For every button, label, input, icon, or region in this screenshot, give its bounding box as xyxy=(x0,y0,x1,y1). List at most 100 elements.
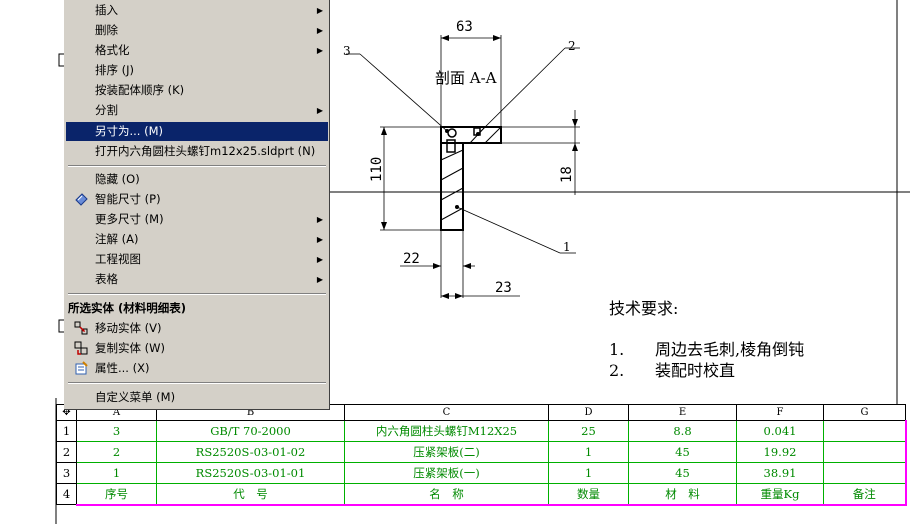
bom-cell[interactable]: RS2520S-03-01-01 xyxy=(156,462,345,484)
submenu-arrow-icon: ▶ xyxy=(316,26,323,35)
menu-item-customize-menu[interactable]: 自定义菜单 (M) xyxy=(66,388,328,407)
properties-icon xyxy=(75,361,88,375)
bom-cell[interactable]: 25 xyxy=(548,420,629,442)
menu-item-hide[interactable]: 隐藏 (O) xyxy=(66,170,328,189)
tech-item-2-number: 2. xyxy=(609,361,624,380)
bom-cell[interactable]: 名 称 xyxy=(344,483,549,506)
menu-separator xyxy=(68,382,326,384)
menu-item-label: 格式化 xyxy=(95,43,130,57)
menu-item-sort[interactable]: 排序 (J) xyxy=(66,61,328,80)
bom-cell[interactable]: 1 xyxy=(548,441,629,463)
bom-cell[interactable]: 压紧架板(二) xyxy=(344,441,549,463)
submenu-arrow-icon: ▶ xyxy=(316,255,323,264)
menu-item-label: 智能尺寸 (P) xyxy=(95,192,161,206)
submenu-arrow-icon: ▶ xyxy=(316,275,323,284)
dimension-110[interactable]: 110 xyxy=(369,157,385,182)
menu-separator xyxy=(68,293,326,295)
menu-item-move-entities[interactable]: 移动实体 (V) xyxy=(66,319,328,338)
menu-item-copy-entities[interactable]: 复制实体 (W) xyxy=(66,339,328,358)
bom-cell[interactable]: 压紧架板(一) xyxy=(344,462,549,484)
menu-item-label: 表格 xyxy=(95,272,118,286)
menu-item-drawing-views[interactable]: 工程视图 ▶ xyxy=(66,250,328,269)
bom-cell[interactable]: 内六角圆柱头螺钉M12X25 xyxy=(344,420,549,442)
bom-cell[interactable] xyxy=(823,441,907,463)
menu-item-label: 分割 xyxy=(95,103,118,117)
bom-cell[interactable]: GB/T 70-2000 xyxy=(156,420,345,442)
bom-cell[interactable]: RS2520S-03-01-02 xyxy=(156,441,345,463)
bom-cell[interactable]: 38.91 xyxy=(736,462,824,484)
menu-item-properties[interactable]: 属性... (X) xyxy=(66,359,328,378)
menu-item-format[interactable]: 格式化 ▶ xyxy=(66,41,328,60)
bom-column-E[interactable]: E xyxy=(628,404,737,421)
dimension-63[interactable]: 63 xyxy=(456,19,473,35)
menu-item-save-as[interactable]: 另寸为... (M) xyxy=(66,122,328,141)
bom-cell[interactable]: 1 xyxy=(76,462,157,484)
menu-item-annotations[interactable]: 注解 (A) ▶ xyxy=(66,230,328,249)
menu-item-label: 工程视图 xyxy=(95,252,141,266)
dimension-22[interactable]: 22 xyxy=(403,251,420,267)
tech-item-1-text: 周边去毛刺,棱角倒钝 xyxy=(655,340,804,359)
balloon-2[interactable]: 2 xyxy=(568,39,576,53)
section-view-title: 剖面 A-A xyxy=(435,69,497,87)
row-number[interactable]: 1 xyxy=(56,420,77,442)
context-menu[interactable]: 插入 ▶ 删除 ▶ 格式化 ▶ 排序 (J) 按装配体顺序 (K) 分割 ▶ 另寸为..… xyxy=(64,0,330,410)
dimension-23[interactable]: 23 xyxy=(495,280,512,296)
submenu-arrow-icon: ▶ xyxy=(316,235,323,244)
menu-item-assembly-order[interactable]: 按装配体顺序 (K) xyxy=(66,81,328,100)
submenu-arrow-icon: ▶ xyxy=(316,215,323,224)
bom-cell[interactable]: 代 号 xyxy=(156,483,345,506)
bom-column-F[interactable]: F xyxy=(736,404,824,421)
bom-cell[interactable]: 8.8 xyxy=(628,420,737,442)
bom-cell[interactable] xyxy=(823,462,907,484)
balloon-3[interactable]: 3 xyxy=(343,44,351,58)
menu-item-more-dimensions[interactable]: 更多尺寸 (M) ▶ xyxy=(66,210,328,229)
menu-item-insert[interactable]: 插入 ▶ xyxy=(66,1,328,20)
bom-cell[interactable]: 0.041 xyxy=(736,420,824,442)
menu-item-label: 打开内六角圆柱头螺钉m12x25.sldprt (N) xyxy=(95,144,316,158)
menu-item-label: 更多尺寸 (M) xyxy=(95,212,164,226)
tech-item-2-text: 装配时校直 xyxy=(655,361,735,380)
dimension-18[interactable]: 18 xyxy=(559,166,575,183)
row-number[interactable]: 2 xyxy=(56,441,77,463)
menu-item-smart-dimension[interactable]: 智能尺寸 (P) xyxy=(66,190,328,209)
bom-column-C[interactable]: C xyxy=(344,404,549,421)
row-number[interactable]: 4 xyxy=(56,483,77,505)
bom-cell[interactable]: 备注 xyxy=(823,483,907,506)
menu-item-label: 复制实体 (W) xyxy=(95,341,165,355)
bill-of-materials-table[interactable]: ✥ A B C D E F G 1 3 GB/T 70-2000 内六角圆柱头螺… xyxy=(56,404,907,506)
bom-cell[interactable]: 序号 xyxy=(76,483,157,506)
bom-column-G[interactable]: G xyxy=(823,404,906,421)
bom-cell[interactable]: 数量 xyxy=(548,483,629,506)
menu-item-label: 排序 (J) xyxy=(95,63,135,77)
menu-item-label: 移动实体 (V) xyxy=(95,321,162,335)
menu-item-tables[interactable]: 表格 ▶ xyxy=(66,270,328,289)
part-section-view[interactable] xyxy=(440,126,502,231)
move-entity-icon xyxy=(74,321,88,335)
menu-item-label: 隐藏 (O) xyxy=(95,172,140,186)
balloon-1[interactable]: 1 xyxy=(563,240,571,254)
smart-dimension-icon xyxy=(75,193,88,206)
bom-cell[interactable]: 材 料 xyxy=(628,483,737,506)
bom-cell[interactable]: 重量Kg xyxy=(736,483,824,506)
menu-item-split[interactable]: 分割 ▶ xyxy=(66,101,328,120)
table-row[interactable]: 4 序号 代 号 名 称 数量 材 料 重量Kg 备注 xyxy=(56,483,907,506)
table-row[interactable]: 3 1 RS2520S-03-01-01 压紧架板(一) 1 45 38.91 xyxy=(56,462,907,484)
menu-item-label: 另寸为... (M) xyxy=(95,124,164,138)
menu-section-header: 所选实体 (材料明细表) xyxy=(68,301,187,315)
bom-cell[interactable]: 45 xyxy=(628,441,737,463)
bom-cell[interactable] xyxy=(823,420,907,442)
bom-cell[interactable]: 19.92 xyxy=(736,441,824,463)
menu-item-delete[interactable]: 删除 ▶ xyxy=(66,21,328,40)
row-number[interactable]: 3 xyxy=(56,462,77,484)
menu-item-open-part[interactable]: 打开内六角圆柱头螺钉m12x25.sldprt (N) xyxy=(66,142,328,161)
table-row[interactable]: 2 2 RS2520S-03-01-02 压紧架板(二) 1 45 19.92 xyxy=(56,441,907,463)
table-row[interactable]: 1 3 GB/T 70-2000 内六角圆柱头螺钉M12X25 25 8.8 0… xyxy=(56,420,907,442)
tech-item-1-number: 1. xyxy=(609,340,624,359)
bom-cell[interactable]: 3 xyxy=(76,420,157,442)
bom-column-D[interactable]: D xyxy=(548,404,629,421)
bom-cell[interactable]: 1 xyxy=(548,462,629,484)
tech-requirements-title: 技术要求: xyxy=(609,299,678,318)
menu-separator xyxy=(68,165,326,167)
bom-cell[interactable]: 2 xyxy=(76,441,157,463)
bom-cell[interactable]: 45 xyxy=(628,462,737,484)
